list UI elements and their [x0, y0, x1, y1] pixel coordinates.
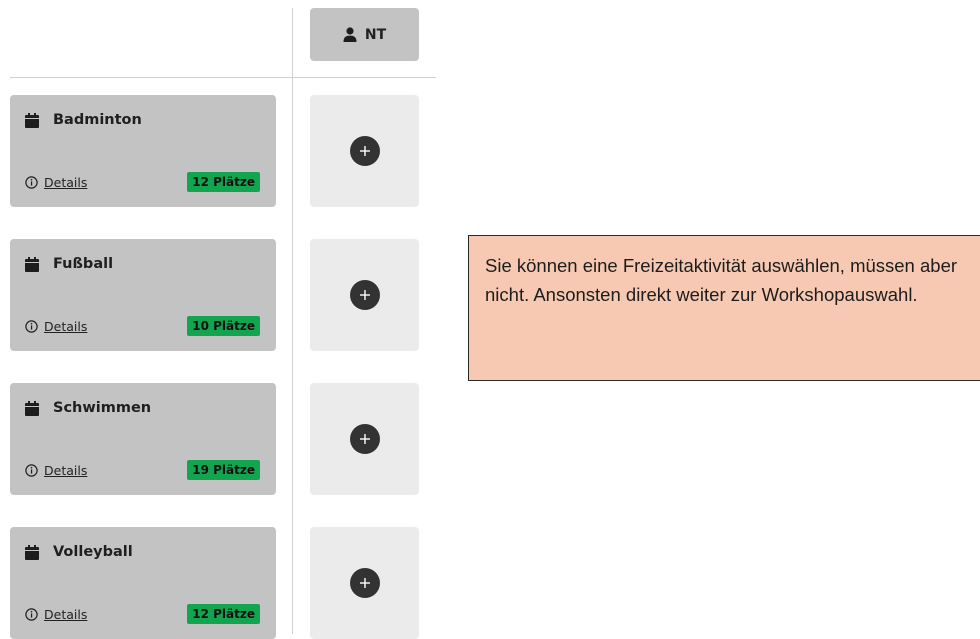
add-button[interactable]	[349, 424, 380, 454]
activity-title: Badminton	[53, 112, 142, 128]
activity-card-badminton: Badminton Details 12 Plätze	[10, 95, 276, 207]
info-icon	[25, 320, 38, 333]
calendar-icon	[25, 256, 39, 272]
calendar-icon	[25, 112, 39, 128]
places-badge: 19 Plätze	[187, 460, 260, 480]
details-link[interactable]: Details	[44, 607, 87, 622]
places-badge: 10 Plätze	[187, 316, 260, 336]
participant-header: NT	[310, 8, 419, 61]
details-link[interactable]: Details	[44, 463, 87, 478]
slot-cell-fussball	[310, 239, 419, 351]
add-button[interactable]	[349, 136, 380, 166]
activity-title: Fußball	[53, 256, 114, 272]
participant-initials: NT	[364, 26, 387, 43]
person-icon	[343, 27, 357, 42]
plus-icon	[359, 434, 370, 444]
slot-cell-schwimmen	[310, 383, 419, 495]
activity-card-schwimmen: Schwimmen Details 19 Plätze	[10, 383, 276, 495]
calendar-icon	[25, 544, 39, 560]
slot-cell-volleyball	[310, 527, 419, 639]
places-badge: 12 Plätze	[187, 172, 260, 192]
activity-card-volleyball: Volleyball Details 12 Plätze	[10, 527, 276, 639]
plus-icon	[359, 290, 370, 300]
plus-icon	[359, 146, 370, 156]
details-link[interactable]: Details	[44, 175, 87, 190]
add-button[interactable]	[349, 568, 380, 598]
info-icon	[25, 608, 38, 621]
hint-note-text: Sie können eine Freizeitaktivität auswäh…	[485, 255, 958, 305]
activity-card-fussball: Fußball Details 10 Plätze	[10, 239, 276, 351]
activity-title: Volleyball	[53, 544, 133, 560]
slot-cell-badminton	[310, 95, 419, 207]
activity-title: Schwimmen	[53, 400, 152, 416]
details-link[interactable]: Details	[44, 319, 87, 334]
header-divider	[10, 77, 436, 78]
add-button[interactable]	[349, 280, 380, 310]
calendar-icon	[25, 400, 39, 416]
places-badge: 12 Plätze	[187, 604, 260, 624]
plus-icon	[359, 578, 370, 588]
column-divider	[292, 8, 293, 634]
hint-note: Sie können eine Freizeitaktivität auswäh…	[468, 235, 980, 381]
info-icon	[25, 464, 38, 477]
info-icon	[25, 176, 38, 189]
